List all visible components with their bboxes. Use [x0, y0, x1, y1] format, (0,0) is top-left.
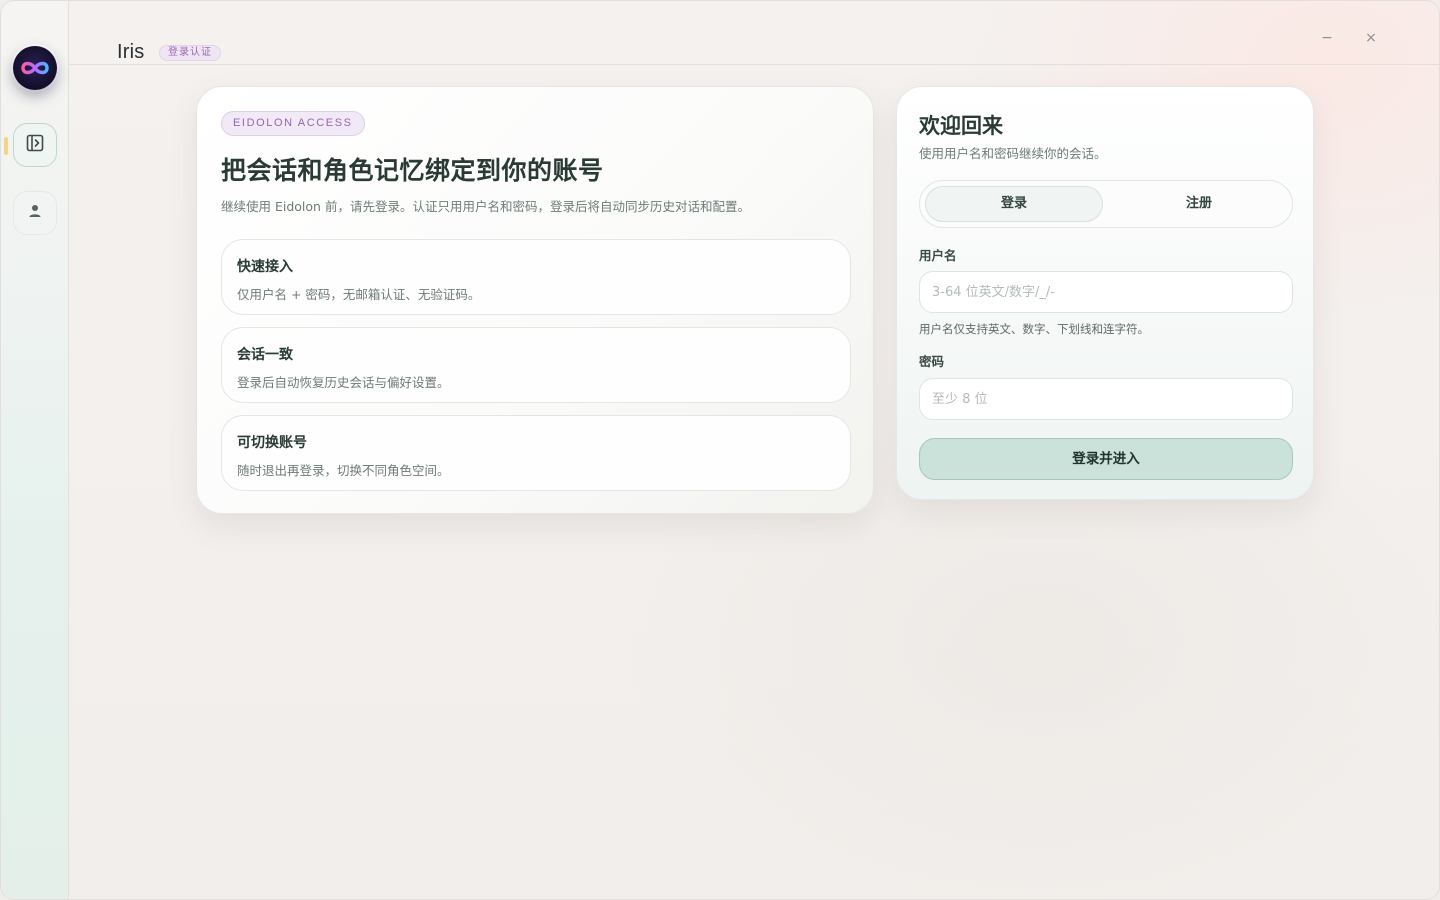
login-subtitle: 使用用户名和密码继续你的会话。	[919, 146, 1107, 161]
feature-title: 快速接入	[237, 259, 293, 275]
username-hint: 用户名仅支持英文、数字、下划线和连字符。	[919, 322, 1149, 336]
user-icon	[27, 203, 43, 223]
eyebrow-badge: EIDOLON ACCESS	[221, 111, 365, 136]
minimize-button[interactable]: −	[1316, 27, 1338, 49]
sidebar-item-account[interactable]	[13, 191, 57, 235]
page-subtitle: 继续使用 Eidolon 前，请先登录。认证只用用户名和密码，登录后将自动同步历…	[221, 199, 750, 214]
feature-card: 可切换账号 随时退出再登录，切换不同角色空间。	[221, 415, 851, 491]
sidebar-item-toggle-panel[interactable]	[13, 123, 57, 167]
feature-desc: 登录后自动恢复历史会话与偏好设置。	[237, 375, 450, 390]
login-submit-button[interactable]: 登录并进入	[919, 438, 1293, 480]
username-label: 用户名	[919, 248, 957, 263]
close-button[interactable]: ×	[1360, 27, 1382, 49]
app-window: Iris 登录认证 − × EIDOLON ACCESS 把会话和角色记忆绑定到…	[0, 0, 1440, 900]
auth-tabs: 登录 注册	[919, 180, 1293, 228]
username-input[interactable]	[919, 271, 1293, 313]
minimize-icon: −	[1321, 30, 1333, 46]
app-title: Iris	[117, 41, 145, 63]
password-input[interactable]	[919, 378, 1293, 420]
feature-card: 快速接入 仅用户名 + 密码，无邮箱认证、无验证码。	[221, 239, 851, 315]
close-icon: ×	[1365, 30, 1377, 46]
feature-title: 可切换账号	[237, 435, 307, 451]
feature-desc: 随时退出再登录，切换不同角色空间。	[237, 463, 450, 478]
tab-login[interactable]: 登录	[925, 186, 1103, 222]
feature-card: 会话一致 登录后自动恢复历史会话与偏好设置。	[221, 327, 851, 403]
feature-title: 会话一致	[237, 347, 293, 363]
login-card: 欢迎回来 使用用户名和密码继续你的会话。 登录 注册 用户名 用户名仅支持英文、…	[896, 86, 1314, 500]
active-indicator	[4, 137, 8, 155]
sidebar	[1, 1, 69, 899]
status-badge: 登录认证	[159, 45, 221, 61]
infinity-logo-icon[interactable]	[13, 46, 57, 90]
feature-desc: 仅用户名 + 密码，无邮箱认证、无验证码。	[237, 287, 481, 302]
page-title: 把会话和角色记忆绑定到你的账号	[221, 156, 604, 185]
tab-register[interactable]: 注册	[1110, 186, 1288, 222]
title-bar: Iris 登录认证 − ×	[69, 1, 1439, 65]
password-label: 密码	[919, 354, 945, 369]
intro-card: EIDOLON ACCESS 把会话和角色记忆绑定到你的账号 继续使用 Eido…	[196, 86, 874, 514]
login-title: 欢迎回来	[919, 114, 1003, 138]
panel-toggle-icon	[26, 134, 44, 156]
